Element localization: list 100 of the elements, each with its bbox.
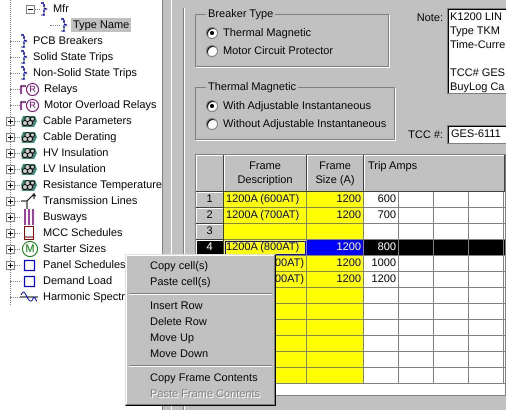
tcc-field[interactable]: GES-6111	[447, 125, 506, 144]
table-cell	[434, 224, 469, 240]
expand-icon[interactable]	[6, 244, 15, 254]
table-cell: 1200A (600AT)	[224, 192, 307, 208]
menu-item[interactable]: Move Down	[128, 346, 273, 362]
expand-icon[interactable]	[6, 212, 15, 222]
table-cell	[399, 368, 434, 384]
table-cell: 1200	[307, 240, 364, 256]
tree-item[interactable]: Harmonic Spectr	[41, 290, 127, 304]
table-cell	[434, 272, 469, 288]
table-cell	[434, 304, 469, 320]
table-cell	[307, 368, 364, 384]
table-cell: 1200	[307, 192, 364, 208]
table-cell	[399, 320, 434, 336]
tree-item[interactable]: Type Name	[71, 18, 132, 32]
note-label: Note:	[416, 12, 443, 24]
tree-item[interactable]: MCC Schedules	[41, 226, 124, 240]
table-cell	[399, 272, 434, 288]
radio-button[interactable]	[206, 100, 218, 112]
menu-item[interactable]: Insert Row	[128, 298, 273, 314]
transmission-line-icon	[20, 193, 38, 209]
radio-label[interactable]: Thermal Magnetic	[223, 27, 312, 39]
table-cell: 1200	[364, 272, 399, 288]
radio-label[interactable]: Without Adjustable Instantaneous	[223, 118, 386, 130]
tree-item[interactable]: Transmission Lines	[41, 194, 140, 208]
tree-item[interactable]: HV Insulation	[41, 146, 110, 160]
table-cell	[399, 192, 434, 208]
table-cell	[399, 304, 434, 320]
tree-item[interactable]: Busways	[41, 210, 90, 224]
column-header: Trip Amps	[364, 155, 505, 192]
harmonic-wave-icon	[20, 290, 38, 304]
table-cell	[307, 224, 364, 240]
table-cell	[434, 208, 469, 224]
tree-item[interactable]: Starter Sizes	[41, 242, 108, 256]
expand-icon[interactable]	[6, 196, 15, 206]
table-cell	[434, 288, 469, 304]
radio-label[interactable]: With Adjustable Instantaneous	[223, 100, 371, 112]
menu-item[interactable]: Copy Frame Contents	[128, 370, 273, 386]
column-header: Frame Size (A)	[307, 155, 364, 192]
menu-item[interactable]: Move Up	[128, 330, 273, 346]
tree-item[interactable]: Cable Derating	[41, 130, 118, 144]
row-header[interactable]: 2	[196, 208, 224, 224]
table-cell: 1200A (800AT)	[224, 240, 307, 256]
expand-icon[interactable]	[6, 260, 15, 270]
radio-button[interactable]	[206, 27, 218, 39]
tree-item[interactable]: Resistance Temperature	[41, 178, 162, 192]
table-cell	[307, 336, 364, 352]
expand-icon[interactable]	[6, 116, 15, 126]
bracket-icon	[20, 66, 28, 80]
tree-item[interactable]: Relays	[42, 82, 80, 96]
bracket-icon	[60, 18, 68, 32]
table-cell	[399, 352, 434, 368]
table-cell	[307, 288, 364, 304]
tree-item[interactable]: LV Insulation	[41, 162, 108, 176]
tree-item[interactable]: Non-Solid State Trips	[31, 66, 139, 80]
tcc-label: TCC #:	[407, 128, 443, 140]
table-cell	[434, 368, 469, 384]
tree-item[interactable]: Panel Schedules	[41, 258, 128, 272]
cable-bundle-icon	[20, 178, 38, 192]
table-cell	[399, 256, 434, 272]
expand-icon[interactable]	[6, 132, 15, 142]
table-cell: 1200	[307, 272, 364, 288]
table-cell	[399, 208, 434, 224]
expand-icon[interactable]	[6, 148, 15, 158]
group-title: Breaker Type	[207, 8, 274, 20]
tree-item[interactable]: Motor Overload Relays	[42, 98, 158, 112]
table-cell: 1200	[307, 208, 364, 224]
tree-item[interactable]: Solid State Trips	[31, 50, 116, 64]
starter-icon: M	[22, 241, 38, 257]
tree-item[interactable]: Mfr	[51, 2, 71, 16]
expand-icon[interactable]	[6, 228, 15, 238]
table-cell	[434, 320, 469, 336]
bracket-icon	[20, 50, 28, 64]
expand-icon[interactable]	[6, 180, 15, 190]
corner-header	[196, 155, 224, 192]
table-cell	[307, 352, 364, 368]
table-cell	[434, 240, 469, 256]
note-field[interactable]: K1200 LIN Type TKM Time-Curre TCC# GES BuyLog Ca	[447, 8, 506, 94]
table-cell: 800	[364, 240, 399, 256]
table-cell: 1200A (700AT)	[224, 208, 307, 224]
radio-button[interactable]	[206, 118, 218, 130]
table-cell	[399, 336, 434, 352]
radio-label[interactable]: Motor Circuit Protector	[223, 45, 334, 57]
bracket-icon	[40, 2, 48, 16]
row-header[interactable]: 3	[196, 224, 224, 240]
table-cell	[434, 256, 469, 272]
table-cell: 1200	[307, 256, 364, 272]
expand-icon[interactable]	[6, 164, 15, 174]
menu-item[interactable]: Delete Row	[128, 314, 273, 330]
tree-item[interactable]: PCB Breakers	[31, 34, 105, 48]
radio-button[interactable]	[206, 45, 218, 57]
tree-item[interactable]: Cable Parameters	[41, 114, 134, 128]
row-header[interactable]: 1	[196, 192, 224, 208]
cable-bundle-icon	[20, 114, 38, 128]
table-cell: 1000	[364, 256, 399, 272]
cable-bundle-icon	[20, 146, 38, 160]
tree-item[interactable]: Demand Load	[41, 274, 114, 288]
table-cell	[434, 336, 469, 352]
collapse-icon[interactable]	[26, 4, 35, 14]
table-cell	[399, 288, 434, 304]
